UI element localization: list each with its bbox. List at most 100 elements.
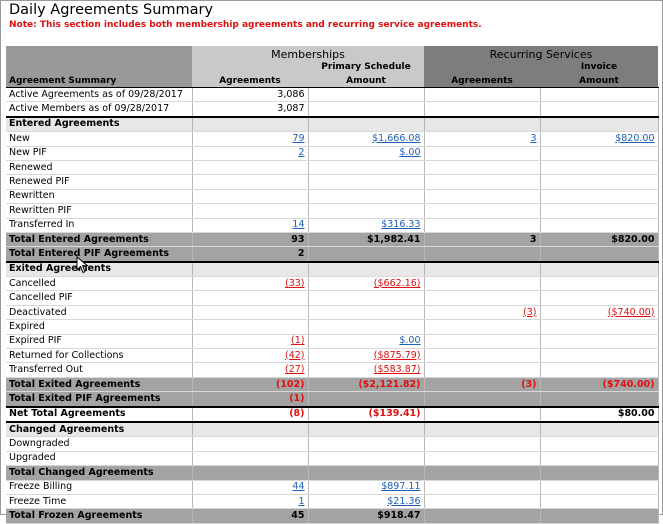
memberships-amount-value[interactable]: $1,666.08 (372, 133, 420, 144)
table-row: Rewritten PIF (6, 203, 659, 219)
memberships-agreements-value[interactable]: 14 (292, 219, 304, 230)
section-note: Note: This section includes both members… (9, 20, 482, 30)
memberships-amount-value[interactable]: ($875.79) (374, 350, 421, 361)
section-header-row: Entered Agreements (6, 115, 659, 133)
recurring-amount-value: $820.00 (611, 233, 655, 245)
table-row: Expired (6, 319, 659, 335)
memberships-agreements-value[interactable]: 79 (292, 133, 304, 144)
memberships-agreements-value: 93 (291, 233, 305, 245)
memberships-header: Memberships (192, 46, 424, 61)
memberships-amount-value[interactable]: $21.36 (387, 496, 420, 507)
memberships-amount-value: $1,982.41 (367, 233, 421, 245)
recurring-agreements-value: (3) (521, 378, 537, 390)
row-label: Cancelled (6, 276, 193, 292)
memberships-agreements-value[interactable]: 44 (292, 481, 304, 492)
row-label: Freeze Billing (6, 480, 193, 495)
row-label: Deactivated (6, 305, 193, 321)
memberships-amount-header: Amount (308, 74, 424, 88)
memberships-amount-value[interactable]: $.00 (399, 335, 420, 346)
row-label: New PIF (6, 146, 193, 161)
row-label: Expired PIF (6, 334, 193, 350)
mouse-cursor-icon (76, 256, 89, 274)
memberships-amount-value[interactable]: ($662.16) (374, 278, 421, 289)
recurring-services-header: Recurring Services (424, 46, 658, 61)
recurring-agreements-value: 3 (529, 233, 537, 245)
recurring-agreements-value[interactable]: 3 (530, 133, 536, 144)
row-label: Net Total Agreements (6, 405, 193, 424)
table-row: Returned for Collections (42) ($875.79) (6, 348, 659, 364)
memberships-amount-value: ($2,121.82) (358, 378, 421, 390)
memberships-amount-value[interactable]: ($583.87) (374, 364, 421, 375)
row-label: Transferred In (6, 218, 193, 233)
row-label: New (6, 131, 193, 147)
row-label: Expired (6, 319, 193, 335)
total-row: Total Entered PIF Agreements 2 (6, 246, 659, 263)
total-row: Total Frozen Agreements 45 $918.47 (6, 508, 659, 524)
table-row: Upgraded (6, 451, 659, 467)
row-label: Total Exited Agreements (6, 377, 193, 393)
memberships-agreements-value[interactable]: (27) (285, 364, 305, 375)
row-label: Total Changed Agreements (6, 465, 193, 481)
memberships-amount-value: ($139.41) (368, 408, 421, 420)
memberships-agreements-value: 45 (291, 510, 305, 522)
table-row: Active Agreements as of 09/28/2017 3,086 (6, 87, 659, 103)
table-row: Transferred Out (27) ($583.87) (6, 362, 659, 378)
recurring-agreements-header: Agreements (424, 74, 540, 88)
memberships-agreements-value: 3,086 (277, 88, 305, 100)
total-row: Total Exited Agreements (102) ($2,121.82) (… (6, 377, 659, 393)
memberships-agreements-value: (102) (275, 378, 305, 390)
table-row: Deactivated (3) ($740.00) (6, 305, 659, 321)
memberships-agreements-value: 3,087 (277, 103, 305, 115)
total-row: Total Exited PIF Agreements (1) (6, 391, 659, 408)
table-row: Renewed PIF (6, 174, 659, 190)
agreement-summary-header: Agreement Summary (6, 74, 192, 88)
memberships-agreements-value[interactable]: 1 (298, 496, 304, 507)
row-label: Renewed (6, 160, 193, 176)
table-row: New PIF 2 $.00 (6, 146, 659, 161)
memberships-agreements-value[interactable]: 2 (298, 147, 304, 158)
memberships-agreements-value[interactable]: (1) (291, 335, 304, 346)
section-header-row: Changed Agreements (6, 420, 659, 438)
recurring-amount-value[interactable]: $820.00 (615, 133, 654, 144)
row-label: Downgraded (6, 436, 193, 452)
table-row: Expired PIF (1) $.00 (6, 334, 659, 350)
primary-schedule-header: Primary Schedule (308, 61, 424, 74)
table-row: Transferred In 14 $316.33 (6, 218, 659, 233)
total-row: Total Entered Agreements 93 $1,982.41 3 $820… (6, 232, 659, 248)
row-label: Total Entered Agreements (6, 232, 193, 248)
memberships-amount-value: $918.47 (377, 510, 421, 522)
memberships-agreements-header: Agreements (192, 74, 308, 88)
row-label: Total Exited PIF Agreements (6, 391, 193, 408)
row-label: Renewed PIF (6, 174, 193, 190)
agreements-summary-table: Memberships Recurring Services Primary S… (6, 46, 659, 524)
recurring-amount-value[interactable]: ($740.00) (608, 307, 655, 318)
table-row: Freeze Billing 44 $897.11 (6, 480, 659, 495)
recurring-amount-value: ($740.00) (602, 378, 655, 390)
total-row: Total Changed Agreements (6, 465, 659, 481)
recurring-agreements-value[interactable]: (3) (523, 307, 536, 318)
memberships-agreements-value[interactable]: (33) (285, 278, 305, 289)
recurring-amount-header: Amount (540, 74, 658, 88)
row-label: Upgraded (6, 451, 193, 467)
memberships-agreements-value: 2 (297, 247, 305, 259)
memberships-amount-value[interactable]: $.00 (399, 147, 420, 158)
memberships-amount-value[interactable]: $897.11 (381, 481, 420, 492)
table-row: Active Members as of 09/28/2017 3,087 (6, 101, 659, 118)
table-row: Rewritten (6, 189, 659, 205)
row-label: Rewritten PIF (6, 203, 193, 219)
memberships-agreements-value: (8) (289, 408, 305, 420)
memberships-agreements-value: (1) (289, 392, 305, 404)
row-label: Exited Agreements (6, 260, 193, 278)
row-label: Changed Agreements (6, 420, 193, 438)
row-label: Transferred Out (6, 362, 193, 378)
memberships-agreements-value[interactable]: (42) (285, 350, 305, 361)
total-row: Net Total Agreements (8) ($139.41) $80.00 (6, 405, 659, 424)
table-row: New 79 $1,666.08 3 $820.00 (6, 131, 659, 147)
invoice-header: Invoice (540, 61, 658, 74)
row-label: Entered Agreements (6, 115, 193, 133)
row-label: Active Agreements as of 09/28/2017 (6, 87, 193, 103)
table-row: Cancelled PIF (6, 290, 659, 306)
table-row: Freeze Time 1 $21.36 (6, 494, 659, 510)
memberships-amount-value[interactable]: $316.33 (381, 219, 420, 230)
page-title: Daily Agreements Summary (9, 2, 214, 18)
